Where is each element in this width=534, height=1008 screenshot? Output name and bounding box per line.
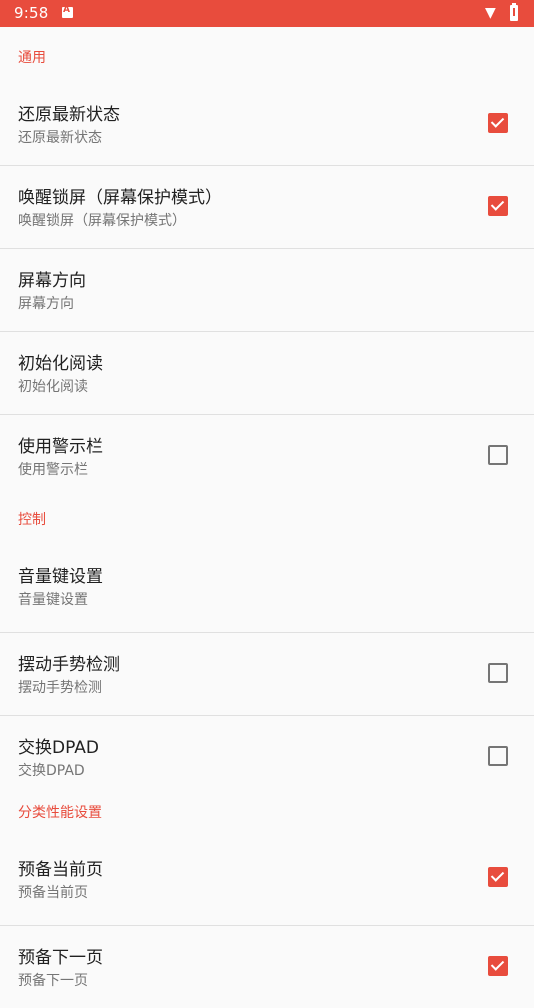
battery-icon bbox=[510, 3, 518, 21]
pref-title: 还原最新状态 bbox=[18, 105, 120, 125]
checkbox-checked[interactable] bbox=[488, 113, 508, 133]
pref-title: 初始化阅读 bbox=[18, 354, 103, 374]
pref-title: 屏幕方向 bbox=[18, 271, 86, 291]
checkbox-unchecked[interactable] bbox=[488, 445, 508, 465]
pref-title: 摆动手势检测 bbox=[18, 655, 120, 675]
checkbox-checked[interactable] bbox=[488, 956, 508, 976]
checkbox-unchecked[interactable] bbox=[488, 746, 508, 766]
status-time: 9:58 bbox=[14, 4, 49, 22]
pref-volume-key-settings[interactable]: 音量键设置 音量键设置 bbox=[0, 545, 534, 633]
pref-summary: 音量键设置 bbox=[18, 592, 88, 608]
pref-swap-dpad[interactable]: 交换DPAD 交换DPAD bbox=[0, 716, 534, 798]
checkbox-unchecked[interactable] bbox=[488, 663, 508, 683]
pref-summary: 预备当前页 bbox=[18, 885, 88, 901]
pref-summary: 初始化阅读 bbox=[18, 379, 88, 395]
notification-a-icon bbox=[62, 5, 73, 18]
pref-summary: 使用警示栏 bbox=[18, 462, 88, 478]
pref-title: 交换DPAD bbox=[18, 738, 99, 758]
pref-title: 唤醒锁屏（屏幕保护模式） bbox=[18, 188, 222, 208]
pref-title: 预备当前页 bbox=[18, 860, 103, 880]
pref-summary: 唤醒锁屏（屏幕保护模式） bbox=[18, 213, 186, 229]
pref-wake-lock[interactable]: 唤醒锁屏（屏幕保护模式） 唤醒锁屏（屏幕保护模式） bbox=[0, 166, 534, 249]
settings-list: 通用 还原最新状态 还原最新状态 唤醒锁屏（屏幕保护模式） 唤醒锁屏（屏幕保护模… bbox=[0, 27, 534, 1008]
pref-summary: 交换DPAD bbox=[18, 763, 85, 779]
pref-use-alert-bar[interactable]: 使用警示栏 使用警示栏 bbox=[0, 415, 534, 497]
section-header-general: 通用 bbox=[18, 50, 46, 66]
pref-prepare-current-page[interactable]: 预备当前页 预备当前页 bbox=[0, 838, 534, 926]
wifi-icon: ▼ bbox=[485, 5, 496, 21]
pref-summary: 摆动手势检测 bbox=[18, 680, 102, 696]
pref-init-reading[interactable]: 初始化阅读 初始化阅读 bbox=[0, 332, 534, 415]
pref-restore-latest-state[interactable]: 还原最新状态 还原最新状态 bbox=[0, 83, 534, 166]
pref-title: 使用警示栏 bbox=[18, 437, 103, 457]
pref-shake-gesture[interactable]: 摆动手势检测 摆动手势检测 bbox=[0, 633, 534, 716]
status-bar: 9:58 ▼ bbox=[0, 0, 534, 27]
checkbox-checked[interactable] bbox=[488, 867, 508, 887]
pref-summary: 还原最新状态 bbox=[18, 130, 102, 146]
pref-summary: 预备下一页 bbox=[18, 973, 88, 989]
checkbox-checked[interactable] bbox=[488, 196, 508, 216]
section-header-control: 控制 bbox=[18, 512, 46, 528]
pref-title: 音量键设置 bbox=[18, 567, 103, 587]
section-header-performance: 分类性能设置 bbox=[18, 805, 102, 821]
pref-prepare-next-page[interactable]: 预备下一页 预备下一页 bbox=[0, 926, 534, 1008]
pref-title: 预备下一页 bbox=[18, 948, 103, 968]
pref-screen-orientation[interactable]: 屏幕方向 屏幕方向 bbox=[0, 249, 534, 332]
pref-summary: 屏幕方向 bbox=[18, 296, 74, 312]
